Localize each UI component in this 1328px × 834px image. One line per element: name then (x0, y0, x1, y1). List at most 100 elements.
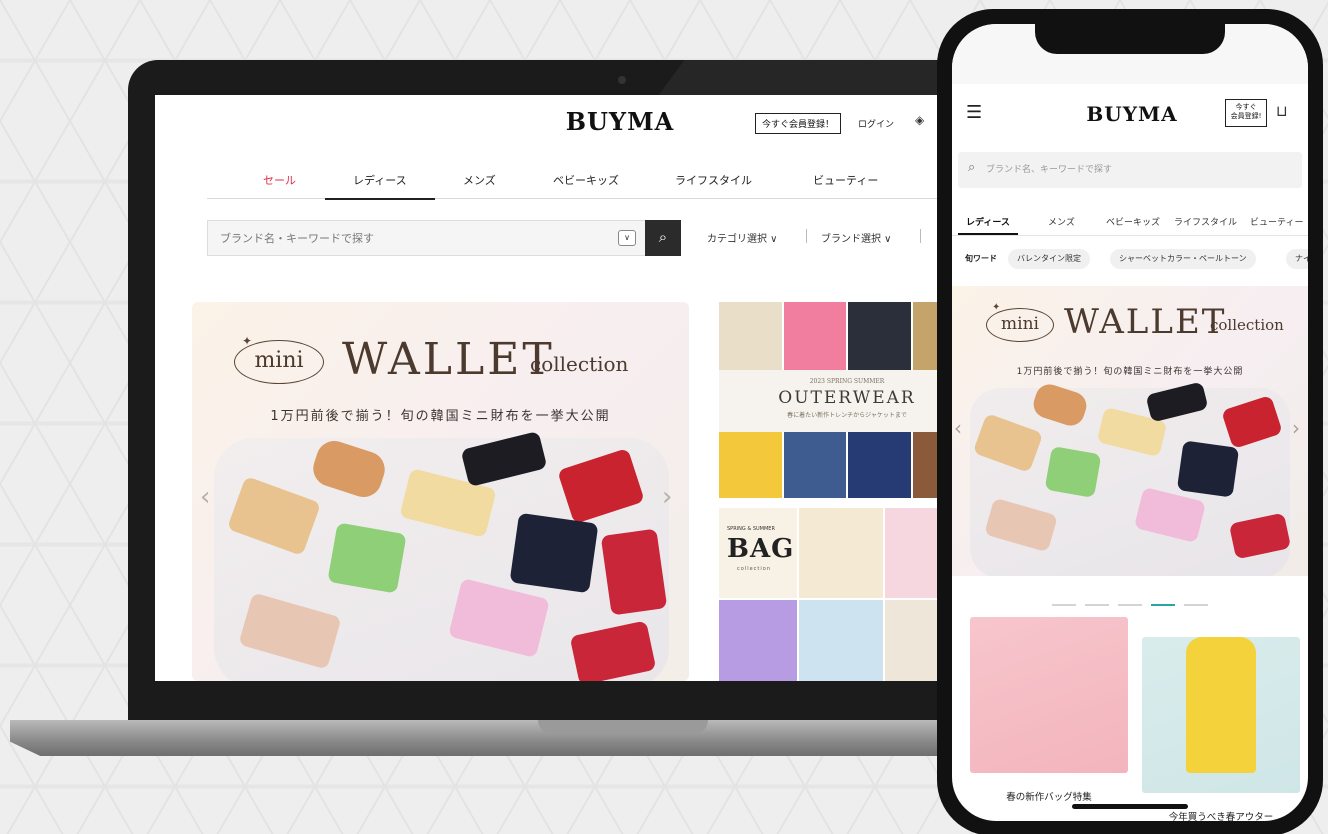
wallet-image (460, 430, 548, 488)
jacket-image (719, 302, 782, 370)
jacket-image (848, 302, 911, 370)
mobile-register-button[interactable]: 今すぐ 会員登録! (1225, 99, 1267, 127)
wallet-image (327, 522, 407, 594)
trend-word-label: 旬ワード (965, 254, 997, 263)
mobile-carousel-next-button[interactable]: › (1292, 416, 1300, 440)
wallet-image (1030, 380, 1090, 430)
wallet-image (308, 436, 390, 502)
tab-beauty[interactable]: ビューティー (1250, 215, 1303, 228)
mobile-logo[interactable]: BUYMA (1062, 102, 1202, 126)
wallet-image (1044, 445, 1102, 499)
carousel-indicator (952, 594, 1308, 606)
wallet-image (569, 620, 657, 681)
hero-wallet-photo (214, 430, 669, 681)
wallet-image (1228, 512, 1292, 560)
jacket-image (783, 302, 846, 370)
nav-item-sale[interactable]: セール (263, 172, 296, 188)
mobile-hero-wallet-photo (970, 380, 1292, 576)
jacket-image (783, 432, 846, 498)
bag-title: BAG (727, 534, 795, 564)
wallet-image (1133, 486, 1207, 544)
mobile-carousel-prev-button[interactable]: ‹ (954, 416, 962, 440)
chevron-down-icon[interactable]: ∨ (618, 230, 636, 246)
desktop-search-button[interactable]: ⌕ (645, 220, 681, 256)
carousel-next-button[interactable]: › (662, 482, 672, 512)
bag-image (719, 600, 797, 681)
home-indicator (1072, 804, 1188, 809)
mobile-hero-pill-text: mini (986, 308, 1054, 342)
laptop-camera (618, 76, 626, 84)
mobile-hero-title: WALLET (1064, 302, 1227, 342)
tab-mens[interactable]: メンズ (1048, 215, 1075, 228)
wallet-image (448, 578, 550, 658)
carousel-dot[interactable] (1051, 603, 1076, 606)
feature-card-outerwear[interactable]: 今年買うべき春アウター (1142, 617, 1300, 821)
jacket-image (848, 432, 911, 498)
tab-lifestyle[interactable]: ライフスタイル (1174, 215, 1237, 228)
hero-banner[interactable]: ✦ mini WALLET collection 1万円前後で揃う！旬の韓国ミニ… (192, 302, 689, 681)
nav-item-mens[interactable]: メンズ (463, 172, 496, 188)
nav-item-baby-kids[interactable]: ベビーキッズ (553, 172, 619, 188)
desktop-logo[interactable]: BUYMA (565, 107, 675, 136)
cart-icon[interactable]: ⊔ (1276, 102, 1288, 120)
tab-ladies[interactable]: レディース (958, 215, 1018, 235)
register-line-2: 会員登録! (1230, 112, 1262, 120)
phone-frame: ☰ BUYMA 今すぐ 会員登録! ⊔ ⌕ レディース メンズ ベビーキッズ ラ… (937, 9, 1323, 834)
feature-card-bags[interactable]: 春の新作バッグ特集 (970, 617, 1128, 803)
category-select-label: カテゴリ選択 (707, 234, 767, 245)
chip-sherbet-color[interactable]: シャーベットカラー・ペールトーン (1110, 249, 1256, 269)
mobile-search-input[interactable] (986, 152, 1286, 188)
mobile-header: ☰ BUYMA 今すぐ 会員登録! ⊔ (952, 96, 1308, 142)
mobile-site: ☰ BUYMA 今すぐ 会員登録! ⊔ ⌕ レディース メンズ ベビーキッズ ラ… (952, 24, 1308, 821)
mobile-hero-caption: 1万円前後で揃う！旬の韓国ミニ財布を一挙大公開 (1016, 367, 1244, 377)
chip-valentine[interactable]: バレンタイン限定 (1008, 249, 1090, 269)
search-icon: ⌕ (968, 160, 976, 175)
phone-notch (1035, 24, 1225, 54)
filter-divider (920, 229, 921, 243)
wallet-image (1145, 381, 1209, 423)
hero-caption: 1万円前後で揃う！旬の韓国ミニ財布を一挙大公開 (270, 409, 611, 424)
nav-item-lifestyle[interactable]: ライフスタイル (675, 172, 752, 188)
mobile-search-bar: ⌕ (958, 152, 1302, 188)
wallet-image (557, 447, 645, 525)
category-select[interactable]: カテゴリ選択 ∨ (707, 230, 778, 245)
nav-item-beauty[interactable]: ビューティー (813, 172, 878, 188)
desktop-search-bar: ∨ ⌕ (207, 220, 681, 256)
mobile-category-tabs: レディース メンズ ベビーキッズ ライフスタイル ビューティー (952, 206, 1308, 236)
carousel-dot-active[interactable] (1151, 603, 1176, 606)
bag-image (799, 508, 883, 598)
desktop-login-link[interactable]: ログイン (858, 117, 894, 130)
mobile-hero-banner[interactable]: ✦ mini WALLET collection 1万円前後で揃う！旬の韓国ミニ… (952, 286, 1308, 576)
register-line-1: 今すぐ (1235, 103, 1257, 111)
laptop-base (10, 720, 1020, 756)
carousel-dot[interactable] (1084, 603, 1109, 606)
hero-pill-text: mini (234, 340, 324, 384)
mobile-hero-subtitle: collection (1210, 316, 1284, 334)
tag-icon[interactable]: ◈ (915, 113, 924, 127)
carousel-dot[interactable] (1184, 603, 1209, 606)
laptop-base-notch (538, 720, 708, 734)
carousel-dot[interactable] (1118, 603, 1142, 606)
nav-item-ladies[interactable]: レディース (325, 172, 435, 200)
desktop-register-button[interactable]: 今すぐ会員登録！ (755, 113, 842, 134)
wallet-image (509, 512, 599, 594)
wallet-image (972, 413, 1044, 473)
chip-nai[interactable]: ナイ (1286, 249, 1308, 269)
wallet-image (1221, 394, 1283, 450)
brand-select-label: ブランド選択 (821, 234, 881, 245)
wallet-image (1176, 440, 1240, 498)
wallet-image (226, 476, 322, 556)
bag-label: SPRING & SUMMER BAG collection (719, 508, 797, 598)
hero-subtitle: collection (530, 352, 629, 376)
wallet-image (600, 528, 668, 616)
desktop-header: BUYMA 今すぐ会員登録！ ログイン ◈ (155, 95, 975, 155)
bag-image (799, 600, 883, 681)
wallet-image (984, 497, 1058, 553)
hamburger-menu-icon[interactable]: ☰ (966, 102, 982, 123)
desktop-search-input[interactable] (208, 221, 618, 255)
yellow-jacket-image (1186, 637, 1256, 773)
tab-baby-kids[interactable]: ベビーキッズ (1106, 215, 1160, 228)
carousel-prev-button[interactable]: ‹ (200, 482, 210, 512)
brand-select[interactable]: ブランド選択 ∨ (821, 230, 892, 245)
outerwear-feature-image (1142, 637, 1300, 793)
